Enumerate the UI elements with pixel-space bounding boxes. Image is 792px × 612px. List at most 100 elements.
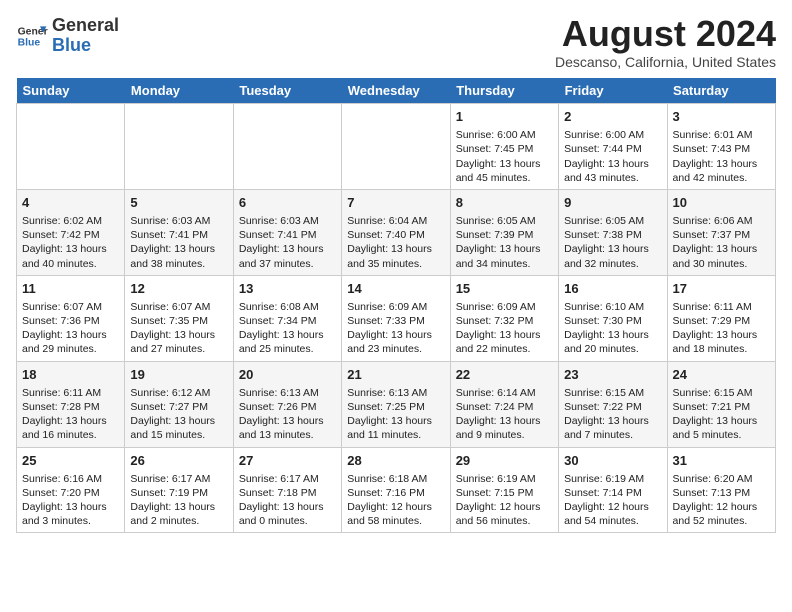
day-info-line: Daylight: 13 hours bbox=[673, 242, 770, 256]
calendar-cell: 9Sunrise: 6:05 AMSunset: 7:38 PMDaylight… bbox=[559, 189, 667, 275]
day-info-line: Sunset: 7:38 PM bbox=[564, 228, 661, 242]
day-info-line: Sunset: 7:18 PM bbox=[239, 486, 336, 500]
day-info-line: Sunset: 7:39 PM bbox=[456, 228, 553, 242]
day-info-line: Sunrise: 6:11 AM bbox=[22, 386, 119, 400]
day-info-line: Sunset: 7:42 PM bbox=[22, 228, 119, 242]
day-info-line: and 0 minutes. bbox=[239, 514, 336, 528]
day-info-line: and 3 minutes. bbox=[22, 514, 119, 528]
calendar-cell: 13Sunrise: 6:08 AMSunset: 7:34 PMDayligh… bbox=[233, 275, 341, 361]
day-info-line: Daylight: 13 hours bbox=[130, 328, 227, 342]
day-info-line: Sunrise: 6:15 AM bbox=[564, 386, 661, 400]
day-number: 6 bbox=[239, 194, 336, 212]
day-info-line: Daylight: 13 hours bbox=[239, 414, 336, 428]
day-info-line: and 16 minutes. bbox=[22, 428, 119, 442]
day-info-line: Daylight: 13 hours bbox=[456, 328, 553, 342]
day-info-line: Sunset: 7:28 PM bbox=[22, 400, 119, 414]
day-info-line: Daylight: 13 hours bbox=[673, 157, 770, 171]
day-info-line: and 56 minutes. bbox=[456, 514, 553, 528]
day-info-line: Sunrise: 6:19 AM bbox=[456, 472, 553, 486]
day-info-line: and 13 minutes. bbox=[239, 428, 336, 442]
day-header-friday: Friday bbox=[559, 78, 667, 104]
day-info-line: Sunrise: 6:02 AM bbox=[22, 214, 119, 228]
day-info-line: and 18 minutes. bbox=[673, 342, 770, 356]
calendar-cell: 28Sunrise: 6:18 AMSunset: 7:16 PMDayligh… bbox=[342, 447, 450, 533]
day-info-line: Sunrise: 6:05 AM bbox=[456, 214, 553, 228]
day-info-line: and 9 minutes. bbox=[456, 428, 553, 442]
day-info-line: Sunrise: 6:07 AM bbox=[22, 300, 119, 314]
logo-line1: General bbox=[52, 16, 119, 36]
day-number: 20 bbox=[239, 366, 336, 384]
day-info-line: Sunset: 7:44 PM bbox=[564, 142, 661, 156]
day-number: 5 bbox=[130, 194, 227, 212]
day-number: 2 bbox=[564, 108, 661, 126]
day-number: 31 bbox=[673, 452, 770, 470]
day-info-line: Sunrise: 6:04 AM bbox=[347, 214, 444, 228]
day-header-thursday: Thursday bbox=[450, 78, 558, 104]
day-number: 16 bbox=[564, 280, 661, 298]
day-info-line: Sunrise: 6:07 AM bbox=[130, 300, 227, 314]
day-info-line: Sunrise: 6:20 AM bbox=[673, 472, 770, 486]
week-row-3: 18Sunrise: 6:11 AMSunset: 7:28 PMDayligh… bbox=[17, 361, 776, 447]
calendar-cell: 15Sunrise: 6:09 AMSunset: 7:32 PMDayligh… bbox=[450, 275, 558, 361]
day-info-line: Daylight: 13 hours bbox=[673, 414, 770, 428]
day-info-line: Sunset: 7:21 PM bbox=[673, 400, 770, 414]
day-info-line: and 45 minutes. bbox=[456, 171, 553, 185]
day-info-line: Daylight: 13 hours bbox=[130, 242, 227, 256]
day-info-line: Sunset: 7:19 PM bbox=[130, 486, 227, 500]
day-info-line: and 27 minutes. bbox=[130, 342, 227, 356]
day-info-line: Sunrise: 6:13 AM bbox=[347, 386, 444, 400]
day-number: 13 bbox=[239, 280, 336, 298]
title-block: August 2024 Descanso, California, United… bbox=[555, 16, 776, 70]
day-number: 24 bbox=[673, 366, 770, 384]
day-info-line: Daylight: 13 hours bbox=[347, 242, 444, 256]
calendar-cell: 11Sunrise: 6:07 AMSunset: 7:36 PMDayligh… bbox=[17, 275, 125, 361]
day-info-line: Daylight: 13 hours bbox=[130, 414, 227, 428]
day-info-line: Sunset: 7:26 PM bbox=[239, 400, 336, 414]
day-number: 15 bbox=[456, 280, 553, 298]
day-info-line: Daylight: 13 hours bbox=[239, 242, 336, 256]
day-info-line: Daylight: 13 hours bbox=[347, 328, 444, 342]
logo-text: General Blue bbox=[52, 16, 119, 56]
calendar-cell: 29Sunrise: 6:19 AMSunset: 7:15 PMDayligh… bbox=[450, 447, 558, 533]
week-row-4: 25Sunrise: 6:16 AMSunset: 7:20 PMDayligh… bbox=[17, 447, 776, 533]
day-info-line: and 54 minutes. bbox=[564, 514, 661, 528]
day-number: 30 bbox=[564, 452, 661, 470]
day-info-line: Sunrise: 6:06 AM bbox=[673, 214, 770, 228]
day-info-line: and 7 minutes. bbox=[564, 428, 661, 442]
day-number: 11 bbox=[22, 280, 119, 298]
day-info-line: Sunset: 7:24 PM bbox=[456, 400, 553, 414]
day-info-line: Daylight: 13 hours bbox=[130, 500, 227, 514]
day-info-line: Sunrise: 6:12 AM bbox=[130, 386, 227, 400]
day-info-line: Sunrise: 6:09 AM bbox=[456, 300, 553, 314]
day-info-line: Sunset: 7:15 PM bbox=[456, 486, 553, 500]
day-info-line: Sunset: 7:45 PM bbox=[456, 142, 553, 156]
day-number: 28 bbox=[347, 452, 444, 470]
day-info-line: Sunrise: 6:01 AM bbox=[673, 128, 770, 142]
calendar-cell: 31Sunrise: 6:20 AMSunset: 7:13 PMDayligh… bbox=[667, 447, 775, 533]
calendar-cell: 24Sunrise: 6:15 AMSunset: 7:21 PMDayligh… bbox=[667, 361, 775, 447]
day-info-line: and 35 minutes. bbox=[347, 257, 444, 271]
day-info-line: and 30 minutes. bbox=[673, 257, 770, 271]
calendar-cell: 4Sunrise: 6:02 AMSunset: 7:42 PMDaylight… bbox=[17, 189, 125, 275]
day-info-line: Sunrise: 6:18 AM bbox=[347, 472, 444, 486]
svg-text:Blue: Blue bbox=[18, 37, 41, 48]
day-info-line: Daylight: 13 hours bbox=[564, 157, 661, 171]
day-header-sunday: Sunday bbox=[17, 78, 125, 104]
day-info-line: Sunset: 7:13 PM bbox=[673, 486, 770, 500]
calendar-cell: 1Sunrise: 6:00 AMSunset: 7:45 PMDaylight… bbox=[450, 104, 558, 190]
month-year: August 2024 bbox=[555, 16, 776, 52]
day-number: 9 bbox=[564, 194, 661, 212]
day-info-line: Sunset: 7:40 PM bbox=[347, 228, 444, 242]
day-info-line: Sunset: 7:14 PM bbox=[564, 486, 661, 500]
calendar-header: SundayMondayTuesdayWednesdayThursdayFrid… bbox=[17, 78, 776, 104]
day-info-line: Sunset: 7:36 PM bbox=[22, 314, 119, 328]
day-info-line: Sunset: 7:37 PM bbox=[673, 228, 770, 242]
day-number: 14 bbox=[347, 280, 444, 298]
day-number: 1 bbox=[456, 108, 553, 126]
day-info-line: Sunrise: 6:13 AM bbox=[239, 386, 336, 400]
calendar-cell bbox=[233, 104, 341, 190]
day-info-line: Sunset: 7:43 PM bbox=[673, 142, 770, 156]
day-info-line: Sunrise: 6:05 AM bbox=[564, 214, 661, 228]
day-header-monday: Monday bbox=[125, 78, 233, 104]
week-row-2: 11Sunrise: 6:07 AMSunset: 7:36 PMDayligh… bbox=[17, 275, 776, 361]
